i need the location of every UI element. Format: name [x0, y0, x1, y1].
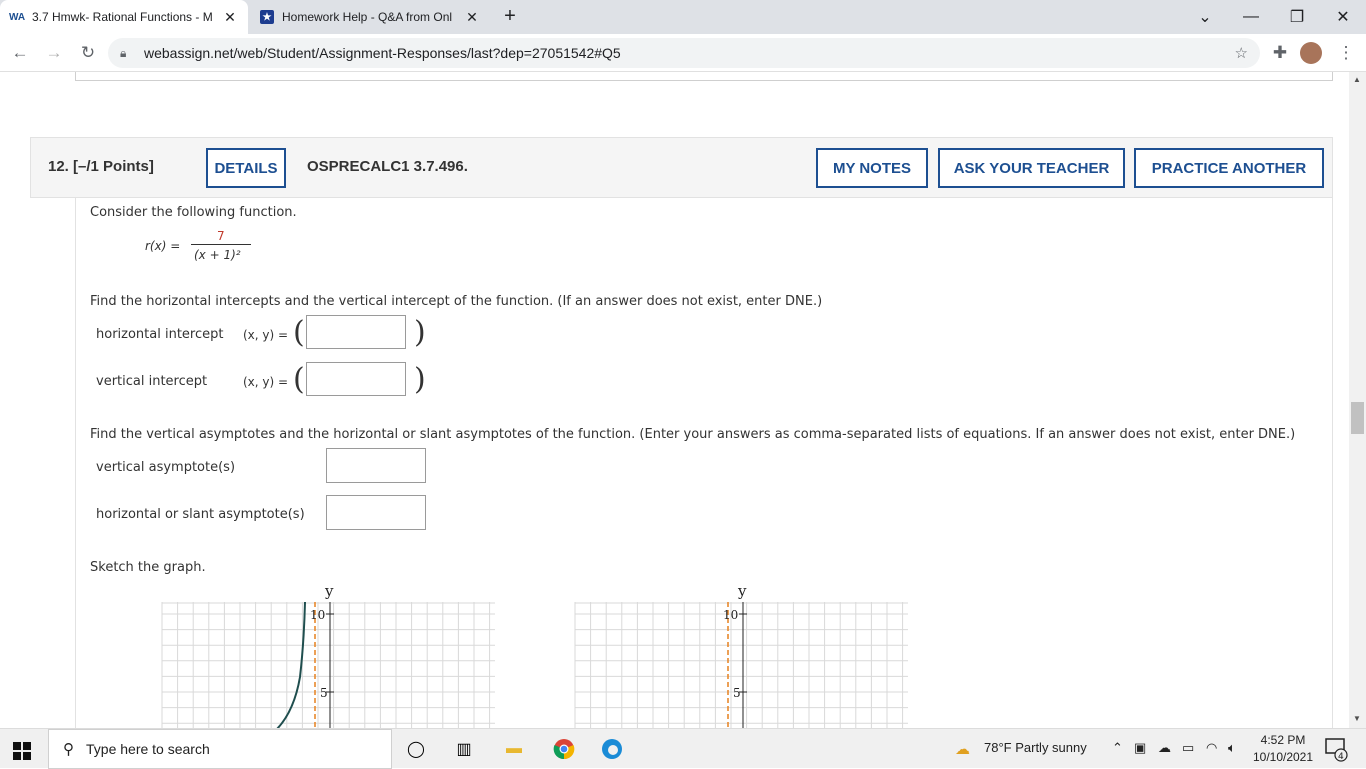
previous-question-box: [75, 72, 1333, 81]
open-paren: (: [293, 315, 305, 350]
y-axis-label: y: [325, 582, 334, 600]
y-tick-label-5: 5: [733, 686, 741, 700]
close-window-button[interactable]: ✕: [1320, 0, 1366, 34]
practice-another-button[interactable]: PRACTICE ANOTHER: [1134, 148, 1324, 188]
webassign-favicon-icon: WA: [8, 11, 26, 23]
function-curve: [276, 602, 306, 728]
url-text: webassign.net/web/Student/Assignment-Res…: [144, 45, 621, 61]
scroll-up-icon[interactable]: ▲: [1353, 75, 1361, 84]
horizontal-slant-asymptote-input[interactable]: [326, 495, 426, 530]
edge-icon[interactable]: [598, 735, 626, 763]
question-header: 12. [–/1 Points] DETAILS OSPRECALC1 3.7.…: [30, 137, 1333, 198]
system-clock[interactable]: 4:52 PM 10/10/2021: [1252, 732, 1314, 766]
scroll-thumb[interactable]: [1351, 402, 1364, 434]
tab-homework-help[interactable]: ★ Homework Help - Q&A from Onl ✕: [250, 0, 490, 34]
tab-title: Homework Help - Q&A from Onl: [282, 10, 453, 24]
meet-now-icon[interactable]: ▣: [1134, 740, 1146, 756]
close-tab-icon[interactable]: ✕: [220, 9, 240, 26]
sketch-prompt: Sketch the graph.: [90, 560, 206, 575]
close-paren: ): [414, 362, 426, 397]
vertical-asymptote-label: vertical asymptote(s): [96, 460, 236, 475]
question-code: OSPRECALC1 3.7.496.: [307, 158, 468, 175]
search-icon: ⚲: [63, 741, 74, 758]
grid-lines: [161, 602, 495, 728]
clock-time: 4:52 PM: [1260, 733, 1306, 747]
function-lhs: r(x) =: [145, 239, 181, 253]
page-content: 12. [–/1 Points] DETAILS OSPRECALC1 3.7.…: [0, 72, 1366, 728]
back-icon[interactable]: ←: [8, 41, 32, 65]
ask-teacher-button[interactable]: ASK YOUR TEACHER: [938, 148, 1125, 188]
extensions-icon[interactable]: ✚: [1268, 41, 1292, 65]
minimize-button[interactable]: —: [1228, 0, 1274, 34]
new-tab-button[interactable]: +: [498, 5, 522, 29]
task-view-icon[interactable]: ▥: [450, 735, 478, 763]
svg-text:4: 4: [1338, 752, 1344, 762]
windows-taskbar: ⚲ Type here to search ◯ ▥ ▬ ☁ 78°F Partl…: [0, 728, 1366, 769]
show-hidden-icons-icon[interactable]: ⌃: [1112, 740, 1123, 756]
taskbar-search[interactable]: ⚲ Type here to search: [48, 729, 392, 769]
y-tick-label-10: 10: [723, 608, 738, 622]
xy-label: (x, y) =: [243, 375, 289, 389]
tab-webassign[interactable]: WA 3.7 Hmwk- Rational Functions - M ✕: [0, 0, 248, 34]
intercepts-prompt: Find the horizontal intercepts and the v…: [90, 294, 823, 309]
wifi-icon[interactable]: ◠: [1206, 740, 1217, 756]
horizontal-slant-asymptote-label: horizontal or slant asymptote(s): [96, 507, 305, 522]
asymptotes-prompt: Find the vertical asymptotes and the hor…: [90, 427, 1296, 442]
lock-icon: 🔒︎: [120, 45, 127, 60]
forward-icon[interactable]: →: [42, 41, 66, 65]
horizontal-intercept-label: horizontal intercept: [96, 327, 224, 342]
details-button[interactable]: DETAILS: [206, 148, 286, 188]
onedrive-icon[interactable]: ☁: [1158, 740, 1171, 756]
fraction-bar: [191, 244, 251, 245]
y-tick-label-5: 5: [320, 686, 328, 700]
weather-icon[interactable]: ☁: [955, 740, 970, 758]
menu-icon[interactable]: ⋮: [1334, 41, 1358, 65]
tab-search-icon[interactable]: ⌄: [1182, 0, 1228, 34]
star-favicon-icon: ★: [260, 10, 274, 24]
profile-avatar[interactable]: [1300, 42, 1322, 64]
volume-icon[interactable]: 🔈︎: [1228, 740, 1236, 756]
page-scrollbar[interactable]: ▲ ▼: [1349, 72, 1366, 728]
vertical-asymptote-input[interactable]: [326, 448, 426, 483]
open-paren: (: [293, 362, 305, 397]
graph-1-canvas[interactable]: 10 5: [160, 602, 500, 728]
tab-strip: WA 3.7 Hmwk- Rational Functions - M ✕ ★ …: [0, 0, 1366, 34]
xy-label: (x, y) =: [243, 328, 289, 342]
close-tab-icon[interactable]: ✕: [462, 9, 482, 26]
fraction-numerator: 7: [217, 229, 225, 243]
reload-icon[interactable]: ↻: [76, 41, 100, 65]
weather-text[interactable]: 78°F Partly sunny: [984, 740, 1087, 755]
fraction-denominator: (x + 1)²: [194, 248, 241, 262]
vertical-intercept-label: vertical intercept: [96, 374, 208, 389]
scroll-down-icon[interactable]: ▼: [1353, 714, 1361, 723]
tab-title: 3.7 Hmwk- Rational Functions - M: [32, 10, 213, 24]
bookmark-star-icon[interactable]: ☆: [1235, 44, 1248, 62]
graph-2-canvas[interactable]: 10 5: [573, 602, 913, 728]
grid-lines: [574, 602, 908, 728]
chrome-icon[interactable]: [550, 735, 578, 763]
notifications-icon[interactable]: 4: [1322, 735, 1350, 763]
vertical-intercept-input[interactable]: [306, 362, 406, 396]
y-tick-label-10: 10: [310, 608, 325, 622]
browser-toolbar: ← → ↻ 🔒︎ webassign.net/web/Student/Assig…: [0, 34, 1366, 72]
horizontal-intercept-input[interactable]: [306, 315, 406, 349]
cortana-icon[interactable]: ◯: [402, 735, 430, 763]
clock-date: 10/10/2021: [1252, 750, 1314, 764]
restore-button[interactable]: ❐: [1274, 0, 1320, 34]
file-explorer-icon[interactable]: ▬: [500, 735, 528, 763]
windows-start-icon[interactable]: [8, 737, 36, 765]
battery-icon[interactable]: ▭: [1182, 740, 1194, 756]
question-number-points: 12. [–/1 Points]: [48, 158, 154, 175]
search-placeholder: Type here to search: [86, 741, 210, 757]
close-paren: ): [414, 315, 426, 350]
y-axis-label: y: [738, 582, 747, 600]
my-notes-button[interactable]: MY NOTES: [816, 148, 928, 188]
intro-text: Consider the following function.: [90, 205, 297, 220]
address-bar[interactable]: 🔒︎ webassign.net/web/Student/Assignment-…: [108, 38, 1260, 68]
